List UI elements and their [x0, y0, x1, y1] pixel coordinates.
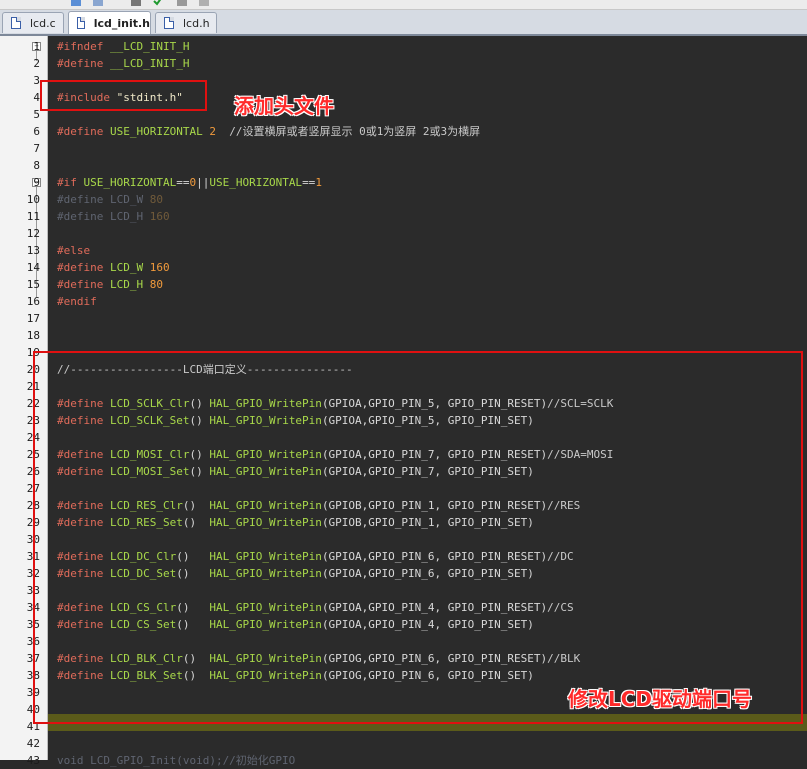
- toolbar-button-icon[interactable]: [70, 0, 82, 7]
- code-line[interactable]: 13 #else: [0, 242, 807, 259]
- checkmark-icon[interactable]: [152, 0, 164, 7]
- toolbar: [0, 0, 807, 10]
- code-text: #endif: [57, 293, 97, 310]
- code-line[interactable]: 7: [0, 140, 807, 157]
- code-line[interactable]: 10 #define LCD_W 80: [0, 191, 807, 208]
- code-token: 2: [209, 125, 216, 138]
- tab-lcd-init-h[interactable]: lcd_init.h: [68, 11, 151, 34]
- code-token: LCD_H: [109, 278, 150, 291]
- line-number: 17: [26, 312, 40, 325]
- code-token: 80: [149, 278, 163, 291]
- line-number: 10: [26, 193, 40, 206]
- line-number: 42: [26, 737, 40, 750]
- line-number: 11: [26, 210, 40, 223]
- code-token: #define: [57, 278, 110, 291]
- toolbar-button-icon[interactable]: [176, 0, 188, 7]
- line-number: 2: [33, 57, 40, 70]
- file-icon: [77, 17, 85, 29]
- code-token: __LCD_INIT_H: [109, 57, 190, 70]
- code-token: 160: [149, 261, 170, 274]
- code-token: #else: [57, 244, 91, 257]
- tab-label: lcd_init.h: [93, 16, 150, 30]
- toolbar-button-icon[interactable]: [130, 0, 142, 7]
- tab-lcd-c[interactable]: lcd.c: [2, 12, 64, 33]
- annotation-add-header: 添加头文件: [234, 94, 334, 118]
- code-line[interactable]: 16 #endif: [0, 293, 807, 310]
- editor-tab-bar: lcd.c lcd_init.h lcd.h: [0, 10, 807, 36]
- code-line[interactable]: 42: [0, 735, 807, 752]
- tab-label: lcd.c: [30, 16, 56, 30]
- code-token: __LCD_INIT_H: [109, 40, 190, 53]
- code-text: void LCD_GPIO_Init(void);//初始化GPIO: [57, 752, 295, 769]
- line-number: 14: [26, 261, 40, 274]
- line-number: 15: [26, 278, 40, 291]
- toolbar-button-icon[interactable]: [92, 0, 104, 7]
- code-text: #define LCD_W 80: [57, 191, 163, 208]
- code-token: 160: [149, 210, 170, 223]
- code-text: #define USE_HORIZONTAL 2 //设置横屏或者竖屏显示 0或…: [57, 123, 480, 140]
- code-token: #endif: [57, 295, 97, 308]
- code-token: #define LCD_W: [57, 193, 150, 206]
- code-token: USE_HORIZONTAL: [209, 176, 303, 189]
- line-number: 3: [33, 74, 40, 87]
- tab-label: lcd.h: [183, 16, 210, 30]
- line-number: 9: [33, 176, 40, 189]
- code-token: #define: [57, 57, 110, 70]
- code-token: ==: [302, 176, 316, 189]
- file-icon: [164, 17, 174, 29]
- line-number: 16: [26, 295, 40, 308]
- code-token: 80: [149, 193, 163, 206]
- code-line[interactable]: 1 #ifndef __LCD_INIT_H: [0, 38, 807, 55]
- code-line[interactable]: 2 #define __LCD_INIT_H: [0, 55, 807, 72]
- code-token: #define: [57, 261, 110, 274]
- code-line[interactable]: 17: [0, 310, 807, 327]
- tab-lcd-h[interactable]: lcd.h: [155, 12, 217, 33]
- code-token: ==: [176, 176, 190, 189]
- code-line[interactable]: 14 #define LCD_W 160: [0, 259, 807, 276]
- code-line[interactable]: 11 #define LCD_H 160: [0, 208, 807, 225]
- line-number: 13: [26, 244, 40, 257]
- code-line[interactable]: 9 #if USE_HORIZONTAL==0||USE_HORIZONTAL==…: [0, 174, 807, 191]
- code-token: #if: [57, 176, 84, 189]
- code-line[interactable]: 43 void LCD_GPIO_Init(void);//初始化GPIO: [0, 752, 807, 769]
- code-line[interactable]: 18: [0, 327, 807, 344]
- line-number: 43: [26, 754, 40, 767]
- toolbar-button-icon[interactable]: [198, 0, 210, 7]
- line-number: 18: [26, 329, 40, 342]
- line-number: 6: [33, 125, 40, 138]
- code-token: //设置横屏或者竖屏显示 0或1为竖屏 2或3为横屏: [215, 125, 481, 138]
- code-text: #define LCD_H 160: [57, 208, 170, 225]
- code-text: #define __LCD_INIT_H: [57, 55, 189, 72]
- code-token: #ifndef: [57, 40, 110, 53]
- line-number: 4: [33, 91, 40, 104]
- line-number: 7: [33, 142, 40, 155]
- code-token: USE_HORIZONTAL: [83, 176, 177, 189]
- code-line[interactable]: 15 #define LCD_H 80: [0, 276, 807, 293]
- code-token: 1: [315, 176, 322, 189]
- line-number: 1: [33, 40, 40, 53]
- annotation-box-include: [40, 80, 207, 111]
- code-token: #define LCD_H: [57, 210, 150, 223]
- code-token: LCD_W: [109, 261, 150, 274]
- code-text: #else: [57, 242, 90, 259]
- file-icon: [11, 17, 21, 29]
- code-token: #define: [57, 125, 110, 138]
- code-text: #define LCD_W 160: [57, 259, 170, 276]
- code-token: USE_HORIZONTAL: [109, 125, 210, 138]
- code-line[interactable]: 12: [0, 225, 807, 242]
- code-text: #if USE_HORIZONTAL==0||USE_HORIZONTAL==1: [57, 174, 322, 191]
- code-text: #define LCD_H 80: [57, 276, 163, 293]
- code-line[interactable]: 8: [0, 157, 807, 174]
- code-token: void LCD_GPIO_Init(void);//初始化GPIO: [57, 754, 296, 767]
- annotation-modify-ports: 修改LCD驱动端口号: [568, 687, 753, 711]
- line-number: 12: [26, 227, 40, 240]
- code-token: ||: [196, 176, 210, 189]
- line-number: 5: [33, 108, 40, 121]
- annotation-box-port-defines: [33, 351, 803, 724]
- code-text: #ifndef __LCD_INIT_H: [57, 38, 189, 55]
- line-number: 8: [33, 159, 40, 172]
- code-line[interactable]: 6 #define USE_HORIZONTAL 2 //设置横屏或者竖屏显示 0…: [0, 123, 807, 140]
